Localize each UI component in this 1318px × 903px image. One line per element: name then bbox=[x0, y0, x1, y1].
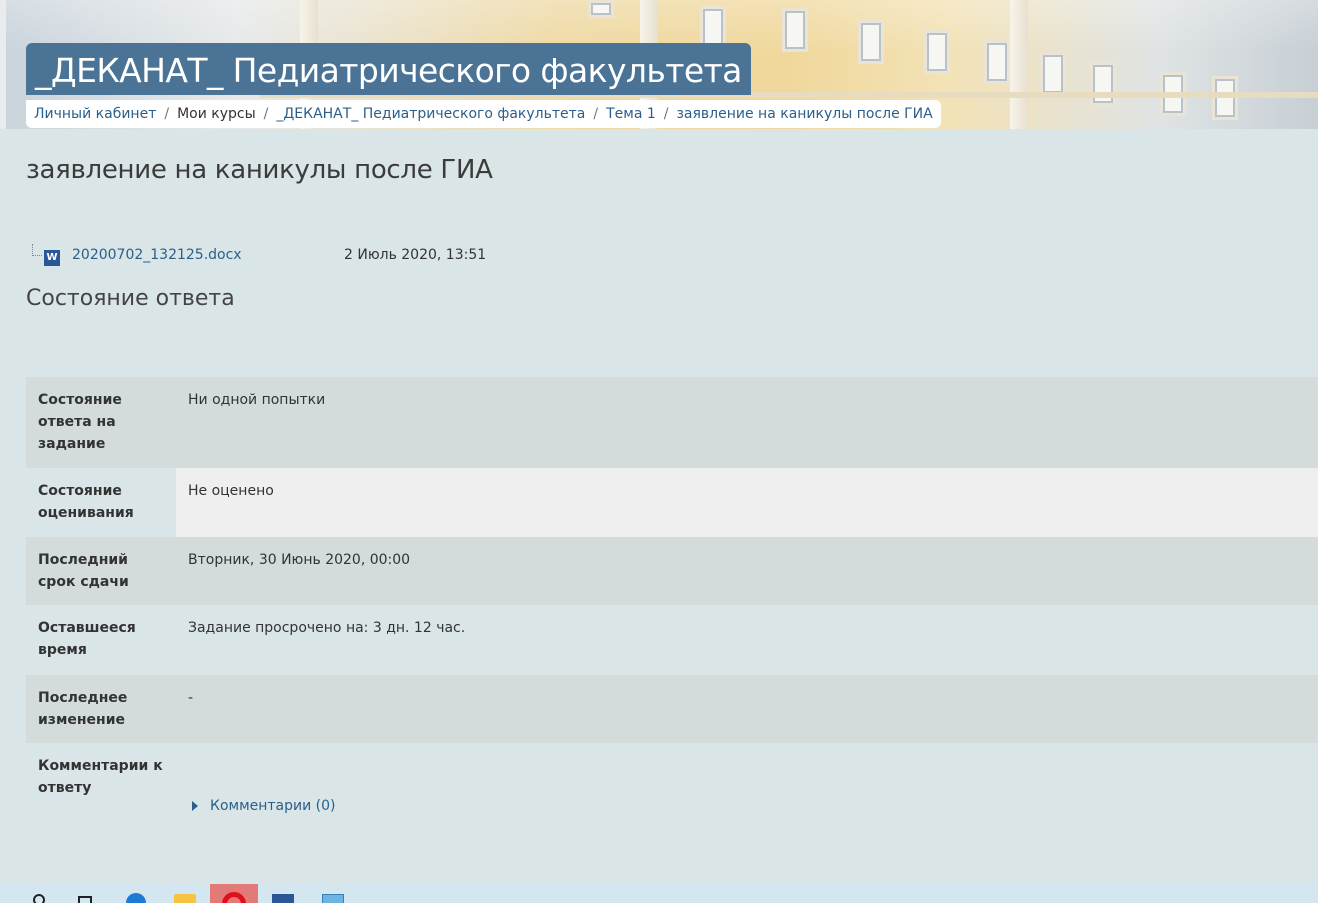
attachment-date: 2 Июль 2020, 13:51 bbox=[344, 247, 487, 263]
table-row: Комментарии к ответу Комментарии (0) bbox=[26, 743, 1318, 838]
last-modified-value: - bbox=[176, 675, 1318, 743]
building-window bbox=[1040, 52, 1066, 96]
app-icon[interactable] bbox=[320, 884, 346, 903]
row-label: Состояние ответа на задание bbox=[26, 377, 176, 468]
building-window bbox=[1090, 62, 1116, 106]
windows-taskbar bbox=[0, 884, 1318, 903]
row-label: Последнее изменение bbox=[26, 675, 176, 743]
row-label: Оставшееся время bbox=[26, 605, 176, 675]
breadcrumb-assignment[interactable]: заявление на каникулы после ГИА bbox=[676, 106, 932, 122]
comments-toggle[interactable]: Комментарии (0) bbox=[192, 795, 336, 817]
submission-status-value: Ни одной попытки bbox=[176, 377, 1318, 468]
building-pillar bbox=[1010, 0, 1028, 129]
course-title[interactable]: _ДЕКАНАТ_ Педиатрического факультета bbox=[26, 43, 751, 95]
table-row: Оставшееся время Задание просрочено на: … bbox=[26, 605, 1318, 675]
row-label: Последний срок сдачи bbox=[26, 537, 176, 605]
table-row: Состояние ответа на задание Ни одной поп… bbox=[26, 377, 1318, 468]
grading-status-value: Не оценено bbox=[176, 468, 1318, 537]
table-row: Последнее изменение - bbox=[26, 675, 1318, 743]
breadcrumb-course[interactable]: _ДЕКАНАТ_ Педиатрического факультета bbox=[276, 106, 585, 122]
opera-icon[interactable] bbox=[210, 884, 258, 903]
tree-connector bbox=[32, 244, 42, 256]
breadcrumb-topic[interactable]: Тема 1 bbox=[606, 106, 656, 122]
breadcrumb-separator: / bbox=[593, 106, 599, 122]
word-document-icon: W bbox=[44, 250, 60, 266]
due-date-value: Вторник, 30 Июнь 2020, 00:00 bbox=[176, 537, 1318, 605]
building-window bbox=[858, 20, 884, 64]
breadcrumb-separator: / bbox=[663, 106, 669, 122]
banner-edge bbox=[0, 0, 6, 129]
caret-right-icon bbox=[192, 801, 198, 811]
submission-comments-cell: Комментарии (0) bbox=[176, 743, 1318, 838]
breadcrumb-dashboard[interactable]: Личный кабинет bbox=[34, 106, 156, 122]
building-window bbox=[588, 0, 614, 18]
breadcrumb: Личный кабинет / Мои курсы / _ДЕКАНАТ_ П… bbox=[26, 100, 941, 128]
building-window bbox=[782, 8, 808, 52]
search-icon[interactable] bbox=[30, 884, 48, 903]
submission-status-table: Состояние ответа на задание Ни одной поп… bbox=[26, 377, 1318, 838]
breadcrumb-separator: / bbox=[164, 106, 170, 122]
submission-status-heading: Состояние ответа bbox=[26, 286, 235, 311]
building-window bbox=[1212, 76, 1238, 120]
row-label: Комментарии к ответу bbox=[26, 743, 176, 838]
table-row: Последний срок сдачи Вторник, 30 Июнь 20… bbox=[26, 537, 1318, 605]
breadcrumb-separator: / bbox=[263, 106, 269, 122]
breadcrumb-my-courses: Мои курсы bbox=[177, 106, 256, 122]
table-row: Состояние оценивания Не оценено bbox=[26, 468, 1318, 537]
building-window bbox=[924, 30, 950, 74]
edge-icon[interactable] bbox=[124, 884, 148, 903]
attachment-file-link[interactable]: 20200702_132125.docx bbox=[72, 247, 242, 263]
assignment-title: заявление на каникулы после ГИА bbox=[26, 155, 493, 185]
attachment-row: W 20200702_132125.docx 2 Июль 2020, 13:5… bbox=[30, 244, 530, 268]
comments-link-label: Комментарии (0) bbox=[210, 798, 336, 814]
file-explorer-icon[interactable] bbox=[172, 884, 198, 903]
time-remaining-value: Задание просрочено на: 3 дн. 12 час. bbox=[176, 605, 1318, 675]
row-label: Состояние оценивания bbox=[26, 468, 176, 537]
building-window bbox=[984, 40, 1010, 84]
task-view-icon[interactable] bbox=[74, 884, 96, 903]
word-icon[interactable] bbox=[270, 884, 296, 903]
